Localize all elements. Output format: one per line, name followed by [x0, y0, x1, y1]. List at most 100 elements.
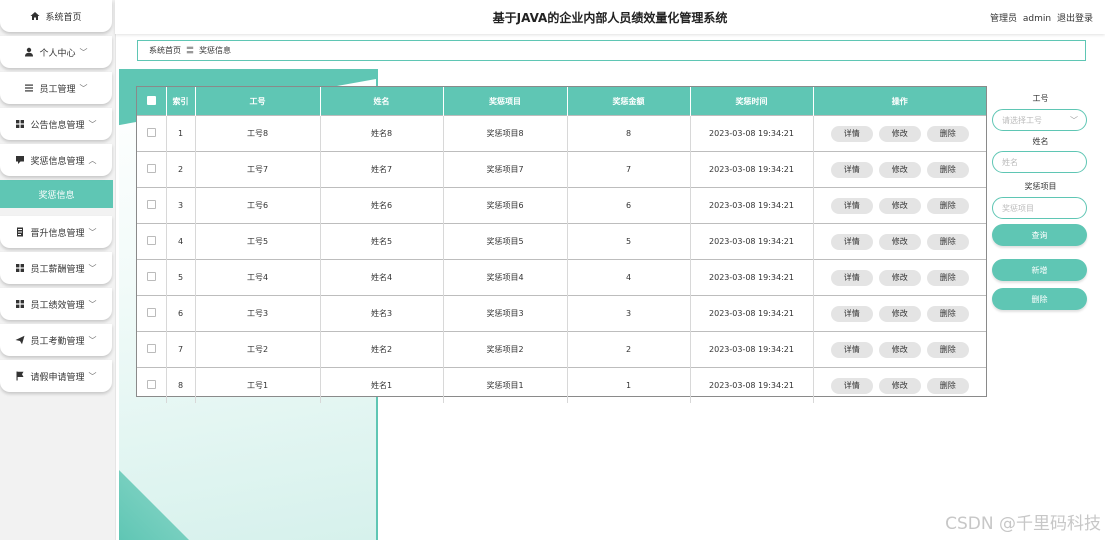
sidebar-item-salary-management[interactable]: 员工薪酬管理 ﹀	[0, 252, 112, 284]
cell-emp-no: 工号1	[195, 367, 321, 403]
logout-link[interactable]: 退出登录	[1057, 14, 1093, 24]
edit-button[interactable]: 修改	[878, 161, 921, 178]
row-checkbox[interactable]	[146, 236, 156, 245]
edit-button[interactable]: 修改	[878, 305, 921, 322]
cell-amount: 5	[567, 223, 691, 260]
cell-item: 奖惩项目6	[443, 187, 568, 224]
sidebar-item-promotion-management[interactable]: 晋升信息管理 ﹀	[0, 216, 112, 248]
item-input[interactable]: 奖惩项目	[992, 197, 1087, 219]
table-row: 3 工号6 姓名6 奖惩项目6 6 2023-03-08 19:34:21 详情 修改 删除	[137, 187, 986, 224]
detail-button[interactable]: 详情	[830, 197, 873, 214]
chevron-down-icon: ﹀	[88, 299, 97, 309]
sidebar-item-home[interactable]: 系统首页	[0, 0, 112, 32]
batch-delete-button[interactable]: 删除	[992, 288, 1087, 310]
sidebar-item-leave-management[interactable]: 请假申请管理 ﹀	[0, 360, 112, 392]
row-select-cell	[137, 367, 167, 403]
sidebar-item-attendance-management[interactable]: 员工考勤管理 ﹀	[0, 324, 112, 356]
detail-button[interactable]: 详情	[830, 125, 873, 142]
delete-button[interactable]: 删除	[926, 269, 969, 286]
delete-button[interactable]: 删除	[926, 125, 969, 142]
chevron-down-icon: ﹀	[79, 83, 88, 93]
detail-button[interactable]: 详情	[830, 161, 873, 178]
flag-icon	[16, 371, 24, 381]
row-checkbox[interactable]	[146, 164, 156, 173]
sidebar-subitem-reward-info[interactable]: 奖惩信息	[0, 180, 113, 208]
sidebar-item-label: 员工考勤管理	[30, 336, 85, 347]
cell-emp-no: 工号7	[195, 151, 321, 188]
cell-emp-no: 工号6	[195, 187, 321, 224]
add-button[interactable]: 新增	[992, 259, 1087, 281]
delete-button[interactable]: 删除	[926, 161, 969, 178]
cell-emp-no: 工号5	[195, 223, 321, 260]
user-role: 管理员	[990, 14, 1018, 24]
sidebar-subitem-label: 奖惩信息	[38, 190, 75, 201]
emp-no-select[interactable]: 请选择工号 ﹀	[992, 109, 1087, 131]
search-panel: 工号 请选择工号 ﹀ 姓名 姓名 奖惩项目 奖惩项目 查询 新增 删除	[992, 88, 1089, 310]
sidebar-item-employee-management[interactable]: 员工管理 ﹀	[0, 72, 112, 104]
list-icon	[25, 84, 34, 92]
cell-actions: 详情 修改 删除	[813, 151, 986, 188]
breadcrumb-home[interactable]: 系统首页	[149, 45, 181, 56]
page-title: 基于JAVA的企业内部人员绩效量化管理系统	[492, 11, 728, 25]
sidebar-item-notice-management[interactable]: 公告信息管理 ﹀	[0, 108, 112, 140]
select-all-cell	[137, 87, 167, 116]
sidebar-item-reward-management[interactable]: 奖惩信息管理 ︿	[0, 144, 112, 176]
sidebar-item-label: 员工绩效管理	[30, 300, 85, 311]
emp-no-label: 工号	[1032, 94, 1049, 103]
delete-button[interactable]: 删除	[926, 305, 969, 322]
row-checkbox[interactable]	[146, 272, 156, 281]
sidebar-item-label: 晋升信息管理	[30, 228, 85, 239]
row-select-cell	[137, 151, 167, 188]
row-checkbox[interactable]	[146, 380, 156, 389]
row-checkbox[interactable]	[146, 344, 156, 353]
cell-amount: 2	[567, 331, 691, 368]
sidebar-item-performance-management[interactable]: 员工绩效管理 ﹀	[0, 288, 112, 320]
breadcrumb: 系统首页 〓 奖惩信息	[137, 40, 1086, 61]
edit-button[interactable]: 修改	[878, 341, 921, 358]
cell-index: 6	[166, 295, 196, 332]
cell-emp-no: 工号2	[195, 331, 321, 368]
delete-button[interactable]: 删除	[926, 341, 969, 358]
cell-actions: 详情 修改 删除	[813, 187, 986, 224]
row-checkbox[interactable]	[146, 308, 156, 317]
row-checkbox[interactable]	[146, 128, 156, 137]
cell-emp-no: 工号4	[195, 259, 321, 296]
edit-button[interactable]: 修改	[878, 125, 921, 142]
chevron-down-icon: ﹀	[88, 335, 97, 345]
detail-button[interactable]: 详情	[830, 341, 873, 358]
table-row: 6 工号3 姓名3 奖惩项目3 3 2023-03-08 19:34:21 详情 修改 删除	[137, 295, 986, 332]
cell-time: 2023-03-08 19:34:21	[690, 295, 814, 332]
breadcrumb-separator-icon: 〓	[186, 46, 194, 55]
name-input[interactable]: 姓名	[992, 151, 1087, 173]
user-area: 管理员 admin 退出登录	[987, 11, 1093, 24]
cell-actions: 详情 修改 删除	[813, 259, 986, 296]
row-checkbox[interactable]	[146, 200, 156, 209]
cell-emp-no: 工号8	[195, 115, 321, 152]
edit-button[interactable]: 修改	[878, 269, 921, 286]
detail-button[interactable]: 详情	[830, 377, 873, 394]
sidebar-item-personal-center[interactable]: 个人中心 ﹀	[0, 36, 112, 68]
row-select-cell	[137, 115, 167, 152]
edit-button[interactable]: 修改	[878, 233, 921, 250]
row-select-cell	[137, 187, 167, 224]
delete-button[interactable]: 删除	[926, 233, 969, 250]
edit-button[interactable]: 修改	[878, 377, 921, 394]
grid-icon	[16, 264, 25, 272]
delete-button[interactable]: 删除	[926, 377, 969, 394]
col-header-emp-no: 工号	[195, 87, 321, 116]
detail-button[interactable]: 详情	[830, 233, 873, 250]
edit-button[interactable]: 修改	[878, 197, 921, 214]
table-header-row: 索引 工号 姓名 奖惩项目 奖惩金额 奖惩时间 操作	[137, 87, 986, 116]
cell-index: 2	[166, 151, 196, 188]
select-all-checkbox[interactable]	[146, 95, 156, 105]
cell-time: 2023-03-08 19:34:21	[690, 151, 814, 188]
cell-amount: 6	[567, 187, 691, 224]
delete-button[interactable]: 删除	[926, 197, 969, 214]
row-select-cell	[137, 259, 167, 296]
query-button[interactable]: 查询	[992, 224, 1087, 246]
sidebar-menu: 系统首页 个人中心 ﹀ 员工管理 ﹀ 公告信息管理 ﹀ 奖惩信息管理 ︿ 奖惩信…	[0, 0, 115, 392]
cell-item: 奖惩项目4	[443, 259, 568, 296]
cell-emp-no: 工号3	[195, 295, 321, 332]
detail-button[interactable]: 详情	[830, 305, 873, 322]
detail-button[interactable]: 详情	[830, 269, 873, 286]
